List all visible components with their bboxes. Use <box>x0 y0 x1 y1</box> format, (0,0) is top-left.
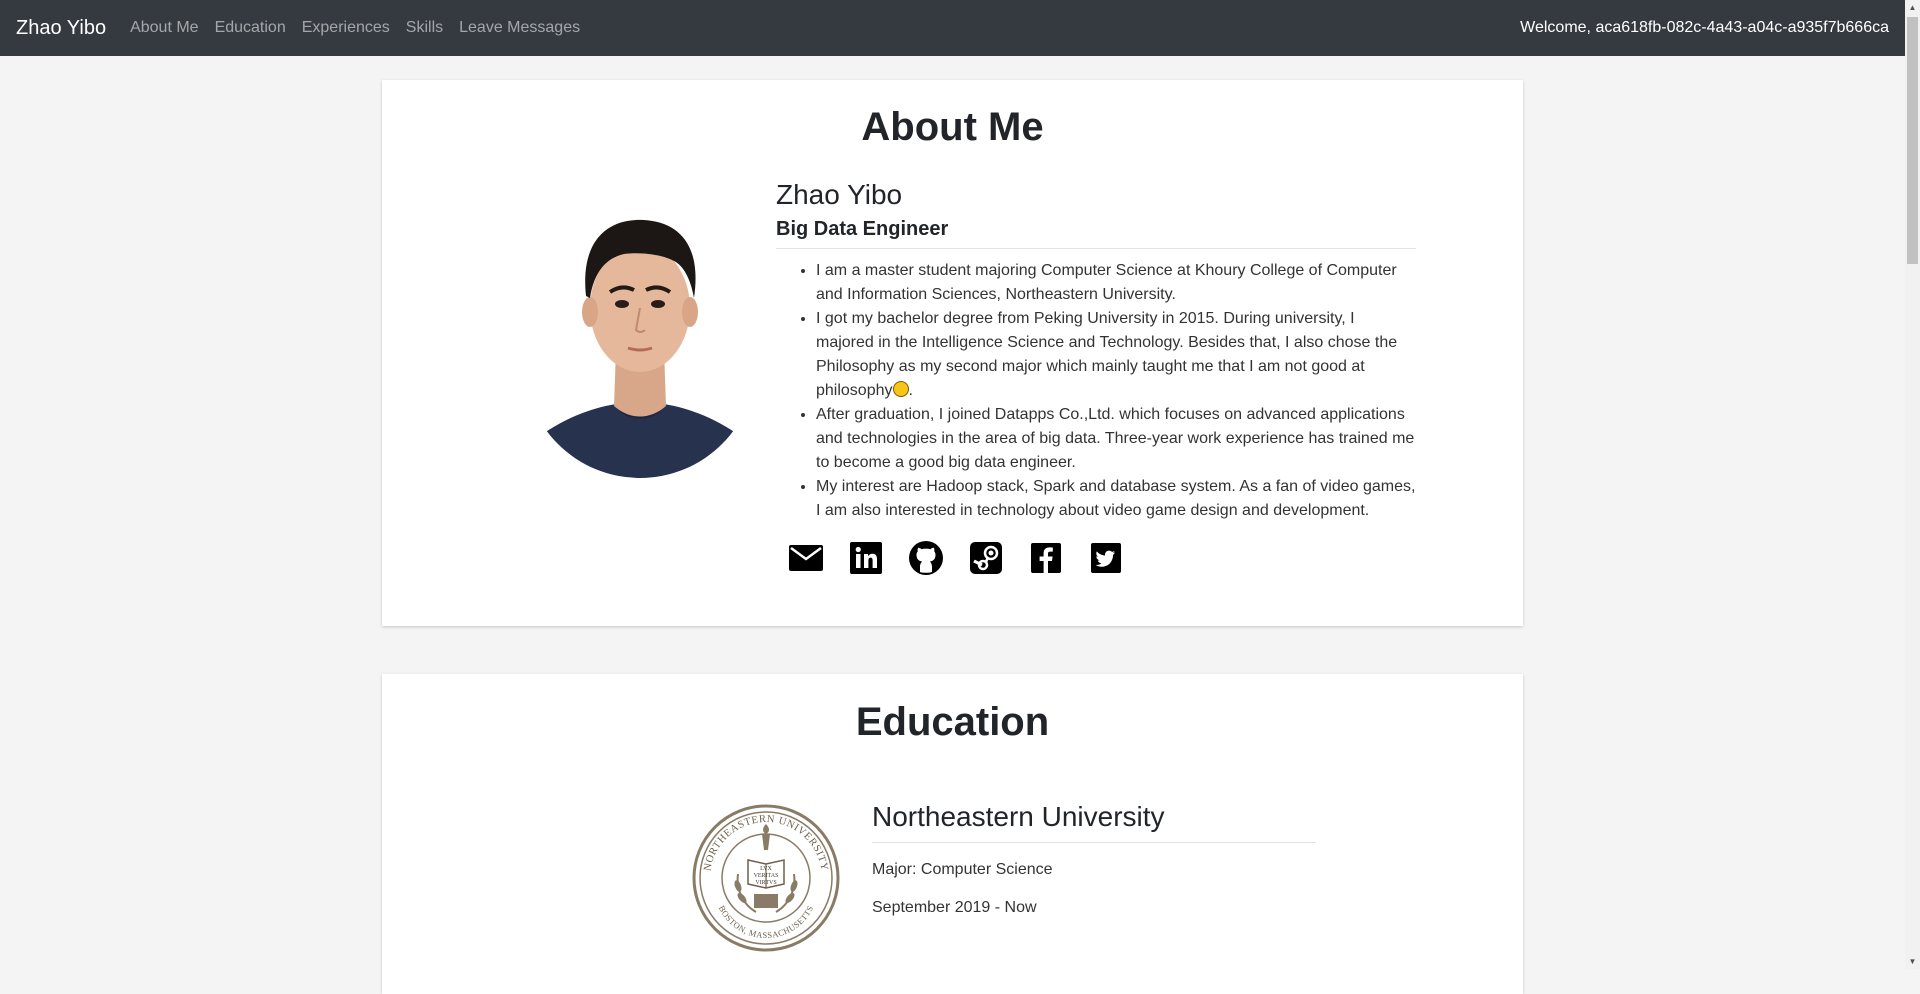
social-links <box>788 540 1124 576</box>
linkedin-link[interactable] <box>848 540 884 576</box>
steam-icon <box>970 542 1002 574</box>
page-scrollbar[interactable]: ▲ ▼ <box>1905 0 1920 969</box>
bio-item: I am a master student majoring Computer … <box>816 259 1416 307</box>
about-content: Zhao Yibo Big Data Engineer I am a maste… <box>776 178 1416 523</box>
about-me-card: About Me Zhao Yibo Big Data Engineer • I… <box>382 80 1523 626</box>
nav-about-me[interactable]: About Me <box>130 19 198 37</box>
seal-motto-3: VIRTVS <box>755 880 776 886</box>
school-name: Northeastern University <box>872 800 1316 843</box>
about-me-title: About Me <box>861 105 1044 149</box>
nav-experiences[interactable]: Experiences <box>302 19 390 37</box>
bio-item: I got my bachelor degree from Peking Uni… <box>816 307 1416 403</box>
education-title: Education <box>855 700 1050 744</box>
facebook-link[interactable] <box>1028 540 1064 576</box>
linkedin-icon <box>850 542 882 574</box>
scroll-up-icon[interactable]: ▲ <box>1905 0 1920 15</box>
brand-link[interactable]: Zhao Yibo <box>16 17 106 40</box>
github-icon <box>909 541 943 575</box>
profile-role: Big Data Engineer <box>776 218 1416 249</box>
nav-education[interactable]: Education <box>215 19 286 37</box>
bio-item: My interest are Hadoop stack, Spark and … <box>816 475 1416 523</box>
twitter-link[interactable] <box>1088 540 1124 576</box>
scrollbar-thumb[interactable] <box>1907 17 1918 264</box>
email-link[interactable] <box>788 540 824 576</box>
profile-name: Zhao Yibo <box>776 179 903 210</box>
email-icon <box>789 545 823 571</box>
seal-motto-1: LVX <box>760 866 772 872</box>
top-navbar: Zhao Yibo About Me Education Experiences… <box>0 0 1905 56</box>
steam-link[interactable] <box>968 540 1004 576</box>
seal-motto-2: VERITAS <box>754 873 779 879</box>
twitter-icon <box>1091 543 1121 573</box>
period-text: September 2019 - Now <box>872 899 1037 916</box>
nav-leave-messages[interactable]: Leave Messages <box>459 19 580 37</box>
major-text: Major: Computer Science <box>872 861 1053 878</box>
education-card: Education NORTHEASTERN UNIVERSITY BOSTON… <box>382 674 1523 994</box>
laughing-emoji-icon <box>892 381 909 397</box>
profile-photo <box>532 180 748 478</box>
github-link[interactable] <box>908 540 944 576</box>
scroll-down-icon[interactable]: ▼ <box>1905 954 1920 969</box>
bio-item: After graduation, I joined Datapps Co.,L… <box>816 403 1416 475</box>
university-seal: NORTHEASTERN UNIVERSITY BOSTON, MASSACHU… <box>692 804 840 952</box>
welcome-text: Welcome, aca618fb-082c-4a43-a04c-a935f7b… <box>1520 19 1889 36</box>
bio-list: I am a master student majoring Computer … <box>776 259 1416 523</box>
facebook-icon <box>1031 543 1061 573</box>
nav-skills[interactable]: Skills <box>406 19 443 37</box>
education-content: Northeastern University Major: Computer … <box>872 800 1316 917</box>
